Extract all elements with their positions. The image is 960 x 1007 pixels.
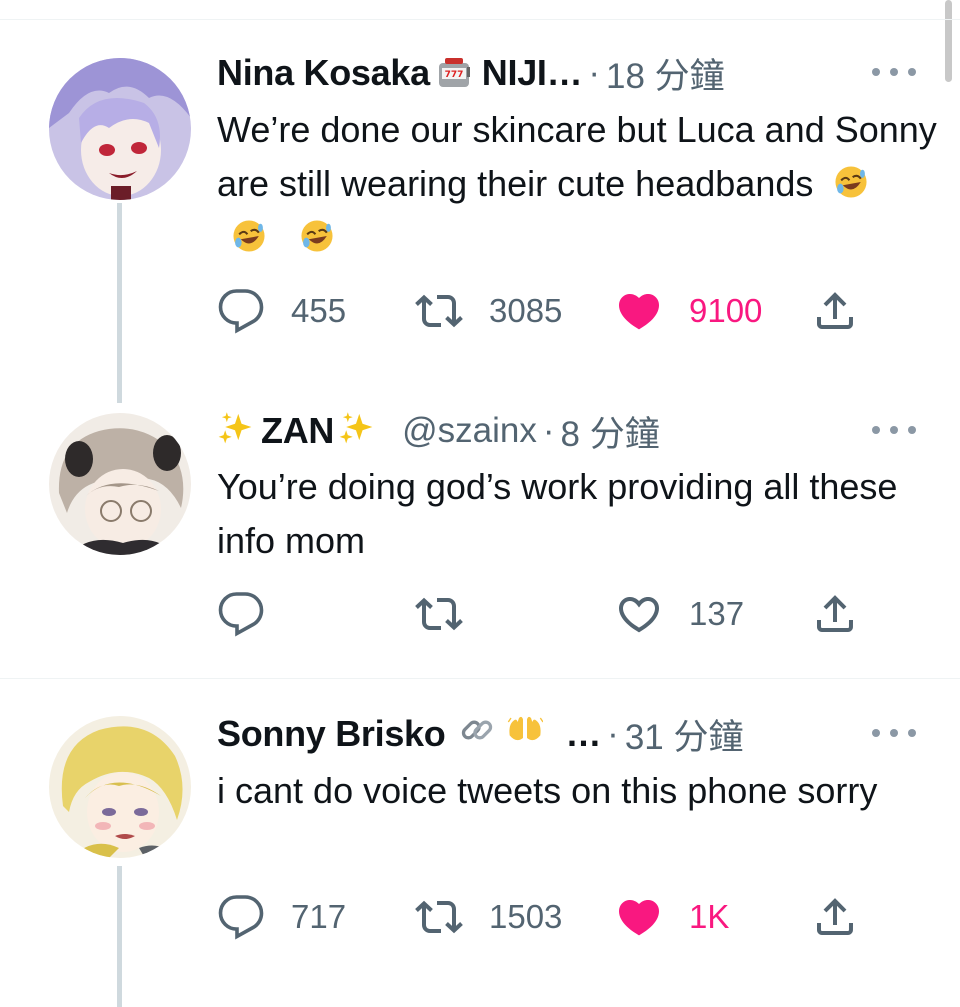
scrollbar[interactable] [945, 0, 952, 82]
reply-icon [218, 895, 264, 940]
display-name[interactable]: ZAN [261, 410, 334, 452]
like-count: 9100 [689, 292, 763, 329]
share-icon [817, 898, 853, 935]
share-icon [817, 292, 853, 329]
like-button[interactable]: 9100 [615, 283, 762, 339]
handle[interactable]: @szainx [402, 411, 537, 451]
reply-icon [218, 592, 264, 637]
tweet-header: ZAN @szainx · 8 分鐘 [217, 406, 920, 456]
share-button[interactable] [811, 889, 859, 945]
divider [0, 19, 960, 20]
timestamp[interactable]: 31 分鐘 [625, 709, 744, 760]
like-button[interactable]: 1K [615, 889, 729, 945]
like-button[interactable]: 137 [615, 586, 744, 642]
display-name[interactable]: Sonny Brisko [217, 713, 446, 755]
svg-text:777: 777 [444, 70, 463, 80]
like-count: 1K [689, 898, 730, 935]
retweet-icon [415, 294, 463, 328]
heart-outline-icon [618, 597, 660, 633]
thread-line [117, 866, 122, 1007]
retweet-count: 3085 [489, 292, 563, 329]
reply-button[interactable]: 455 [217, 283, 346, 339]
share-button[interactable] [811, 586, 859, 642]
separator: · [542, 411, 555, 450]
retweet-icon [415, 597, 463, 631]
reply-count: 455 [291, 292, 347, 329]
tweet-text: We’re done our skincare but Luca and Son… [217, 103, 937, 265]
heart-filled-icon [618, 900, 660, 936]
tweet-header: Sonny Brisko … · 31 分鐘 [217, 709, 920, 759]
rofl-emoji-icon [299, 218, 343, 262]
more-options-icon[interactable] [868, 418, 920, 442]
retweet-button[interactable] [415, 586, 489, 642]
reply-button[interactable] [217, 586, 291, 642]
raising-hands-icon [507, 712, 561, 756]
reply-button[interactable]: 717 [217, 889, 346, 945]
more-options-icon[interactable] [868, 60, 920, 84]
tweet-text: You’re doing god’s work providing all th… [217, 466, 898, 561]
divider [0, 678, 960, 679]
retweet-button[interactable]: 3085 [415, 283, 562, 339]
tweet-text: i cant do voice tweets on this phone sor… [217, 770, 878, 811]
reply-count: 717 [291, 898, 347, 935]
sparkles-icon [217, 409, 261, 453]
display-name-suffix[interactable]: NIJI… [482, 52, 583, 94]
separator: · [588, 53, 600, 92]
retweet-icon [415, 900, 463, 934]
separator: · [607, 714, 619, 753]
retweet-count: 1503 [489, 898, 563, 935]
slot-machine-icon: 777 [436, 55, 472, 91]
tweet-actions: 717 1503 1K [217, 889, 897, 945]
thread-line [117, 203, 122, 403]
like-count: 137 [689, 595, 745, 632]
avatar[interactable] [49, 716, 191, 858]
more-options-icon[interactable] [868, 721, 920, 745]
timestamp[interactable]: 18 分鐘 [606, 48, 725, 99]
share-icon [817, 595, 853, 632]
link-icon [459, 712, 503, 756]
rofl-emoji-icon [833, 164, 877, 208]
display-name[interactable]: Nina Kosaka [217, 52, 430, 94]
tweet-header: Nina Kosaka 777 NIJI… · 18 分鐘 [217, 48, 920, 98]
retweet-button[interactable]: 1503 [415, 889, 562, 945]
timestamp[interactable]: 8 分鐘 [561, 406, 660, 457]
heart-filled-icon [618, 294, 660, 330]
sparkles-icon [338, 409, 382, 453]
display-name-suffix[interactable]: … [565, 713, 601, 755]
tweet-actions: 455 3085 9100 [217, 283, 897, 339]
avatar[interactable] [49, 413, 191, 555]
tweet-actions: 137 [217, 586, 897, 642]
tweet-text-content: We’re done our skincare but Luca and Son… [217, 109, 937, 204]
rofl-emoji-icon [231, 218, 275, 262]
avatar[interactable] [49, 58, 191, 200]
share-button[interactable] [811, 283, 859, 339]
reply-icon [218, 289, 264, 334]
